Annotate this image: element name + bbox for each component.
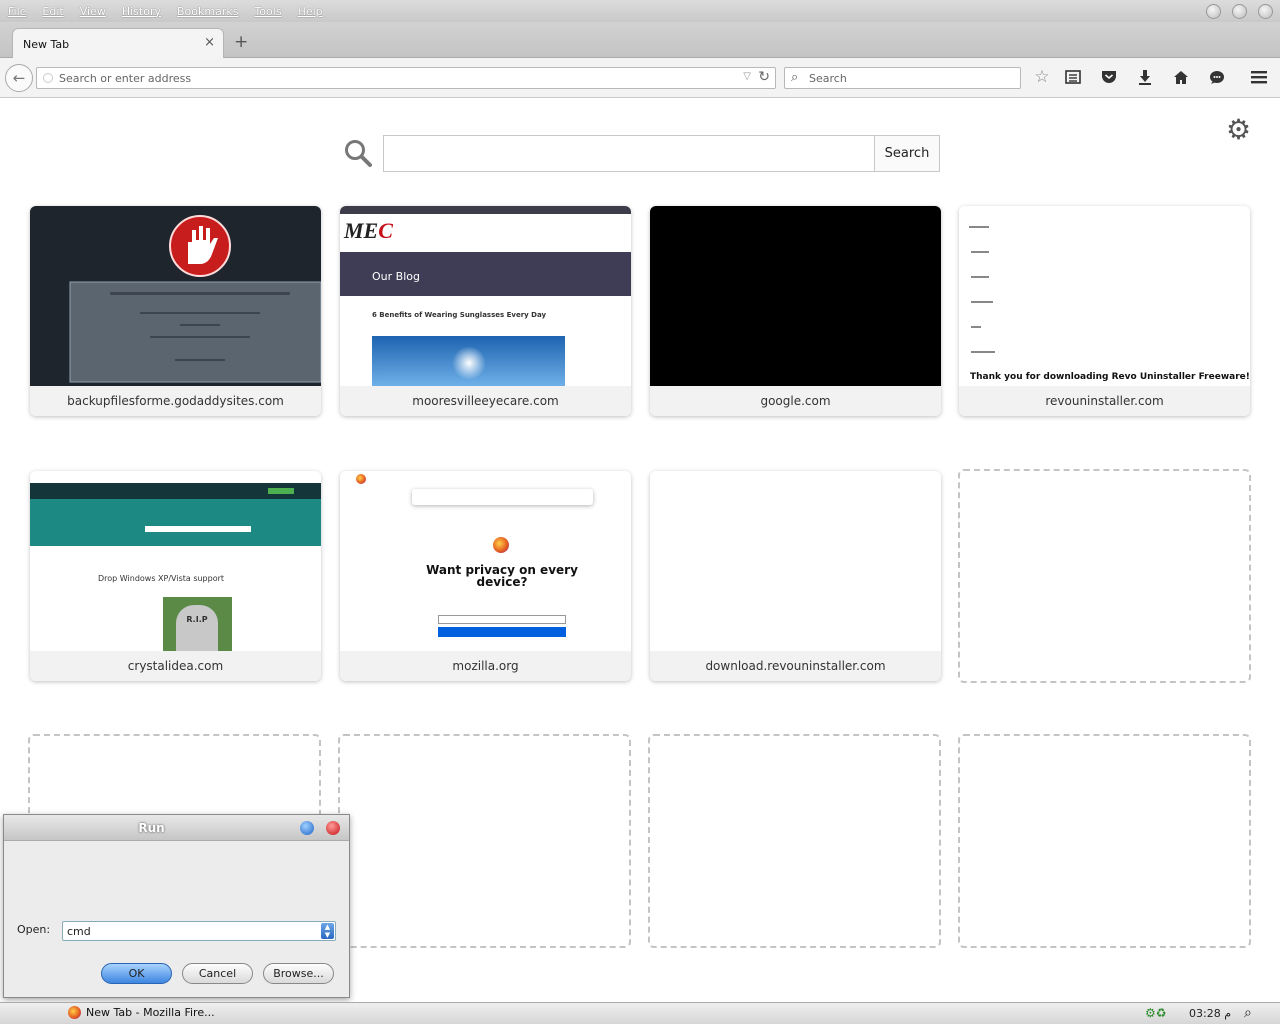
tile-mozilla[interactable]: Want privacy on every device? mozilla.or…: [340, 471, 631, 681]
navigation-bar: ← Search or enter address ▽ ↻ ⌕ Search ☆: [0, 58, 1280, 98]
tile-backupfilesforme[interactable]: backupfilesforme.godaddysites.com: [30, 206, 321, 416]
tile-label: backupfilesforme.godaddysites.com: [30, 386, 321, 416]
empty-tile-slot: [958, 734, 1251, 948]
run-dialog-title: Run: [138, 821, 165, 835]
tile-mooresvilleeyecare[interactable]: MEC Our Blog 6 Benefits of Wearing Sungl…: [340, 206, 631, 416]
new-tab-button[interactable]: +: [234, 32, 248, 52]
search-placeholder: Search: [809, 72, 847, 85]
close-tab-icon[interactable]: ×: [204, 35, 215, 50]
globe-icon: [43, 73, 53, 83]
tile-label: mooresvilleeyecare.com: [340, 386, 631, 416]
tab-strip: New Tab × +: [0, 22, 1280, 58]
empty-tile-slot: [338, 734, 631, 948]
screen: File Edit View History Bookmarks Tools H…: [0, 0, 1280, 1024]
back-button[interactable]: ←: [5, 64, 33, 92]
open-label: Open:: [17, 923, 51, 936]
open-combobox[interactable]: cmd ▲ ▼: [62, 921, 336, 941]
tile-label: google.com: [650, 386, 941, 416]
thumb-tombstone: R.I.P: [176, 605, 218, 651]
downloads-icon[interactable]: [1134, 66, 1156, 88]
pocket-icon[interactable]: [1098, 66, 1120, 88]
tile-label: crystalidea.com: [30, 651, 321, 681]
address-placeholder: Search or enter address: [59, 72, 192, 85]
open-input-value[interactable]: cmd: [67, 925, 91, 938]
empty-tile-slot: [648, 734, 941, 948]
tile-thumbnail: MEC Our Blog 6 Benefits of Wearing Sungl…: [340, 206, 631, 386]
firefox-icon: [68, 1006, 81, 1019]
history-dropdown-icon[interactable]: ▽: [743, 71, 751, 82]
run-dialog: Run Open: cmd ▲ ▼ OK Cancel Browse...: [3, 814, 350, 998]
settings-gear-icon[interactable]: ⚙: [1226, 113, 1251, 146]
network-tray-icon[interactable]: ⚙♻: [1145, 1006, 1167, 1020]
thumb-blog-title: Our Blog: [372, 270, 420, 283]
run-dialog-titlebar[interactable]: Run: [4, 815, 349, 841]
tab-new-tab[interactable]: New Tab ×: [12, 28, 224, 58]
tile-download-revouninstaller[interactable]: download.revouninstaller.com: [650, 471, 941, 681]
tile-thumbnail: Thank you for downloading Revo Uninstall…: [959, 206, 1250, 386]
maximize-button[interactable]: [1232, 4, 1247, 19]
taskbar: New Tab - Mozilla Fire... ⚙♻ 03:28 م ⌕: [0, 1002, 1280, 1024]
tile-thumbnail: [650, 206, 941, 386]
tab-title: New Tab: [23, 38, 70, 51]
tile-label: revouninstaller.com: [959, 386, 1250, 416]
menu-bar: File Edit View History Bookmarks Tools H…: [0, 0, 1280, 22]
thumb-mozilla-text: Want privacy on every device?: [426, 563, 578, 589]
hamburger-menu-icon[interactable]: [1248, 66, 1270, 88]
tile-thumbnail: [30, 206, 321, 386]
tile-revouninstaller[interactable]: Thank you for downloading Revo Uninstall…: [959, 206, 1250, 416]
bookmarks-list-icon[interactable]: [1062, 66, 1084, 88]
clock: 03:28 م: [1189, 1007, 1232, 1020]
search-icon: ⌕: [791, 70, 799, 85]
address-bar[interactable]: Search or enter address ▽ ↻: [36, 67, 776, 89]
tile-label: mozilla.org: [340, 651, 631, 681]
tile-crystalidea[interactable]: Drop Windows XP/Vista support R.I.P crys…: [30, 471, 321, 681]
chat-icon[interactable]: [1206, 66, 1228, 88]
menu-edit[interactable]: Edit: [34, 5, 71, 18]
close-window-button[interactable]: [1258, 4, 1273, 19]
combobox-arrows-icon[interactable]: ▲ ▼: [321, 923, 334, 939]
menu-help[interactable]: Help: [290, 5, 331, 18]
close-dialog-button[interactable]: [326, 821, 340, 835]
logo-mec: MEC: [344, 218, 393, 243]
menu-history[interactable]: History: [114, 5, 169, 18]
bookmark-star-icon[interactable]: ☆: [1031, 66, 1053, 88]
reload-icon[interactable]: ↻: [758, 69, 770, 85]
tile-thumbnail: [650, 471, 941, 651]
cancel-button[interactable]: Cancel: [182, 963, 253, 984]
home-icon[interactable]: [1170, 66, 1192, 88]
menu-bookmarks[interactable]: Bookmarks: [169, 5, 246, 18]
thumb-revo-text: Thank you for downloading Revo Uninstall…: [970, 372, 1250, 382]
tile-thumbnail: Drop Windows XP/Vista support R.I.P: [30, 471, 321, 651]
taskbar-item-firefox[interactable]: New Tab - Mozilla Fire...: [68, 1006, 215, 1019]
spotlight-search-icon[interactable]: ⌕: [1244, 1005, 1252, 1021]
tile-thumbnail: Want privacy on every device?: [340, 471, 631, 651]
tile-google[interactable]: google.com: [650, 206, 941, 416]
thumb-post-title: 6 Benefits of Wearing Sunglasses Every D…: [372, 311, 547, 319]
magnifier-icon: [343, 138, 373, 171]
browse-button[interactable]: Browse...: [263, 963, 334, 984]
empty-tile-slot: [958, 469, 1251, 683]
menu-view[interactable]: View: [72, 5, 114, 18]
tile-label: download.revouninstaller.com: [650, 651, 941, 681]
web-search-input[interactable]: [383, 135, 875, 172]
minimize-button[interactable]: [1206, 4, 1221, 19]
web-search-button[interactable]: Search: [874, 135, 940, 172]
help-button[interactable]: [300, 821, 314, 835]
taskbar-item-label: New Tab - Mozilla Fire...: [86, 1006, 215, 1019]
menu-tools[interactable]: Tools: [246, 5, 289, 18]
search-bar[interactable]: ⌕ Search: [784, 67, 1021, 89]
menu-file[interactable]: File: [0, 5, 34, 18]
thumb-crystal-text: Drop Windows XP/Vista support: [98, 574, 225, 583]
back-arrow-icon: ←: [12, 69, 26, 87]
ok-button[interactable]: OK: [101, 963, 172, 984]
